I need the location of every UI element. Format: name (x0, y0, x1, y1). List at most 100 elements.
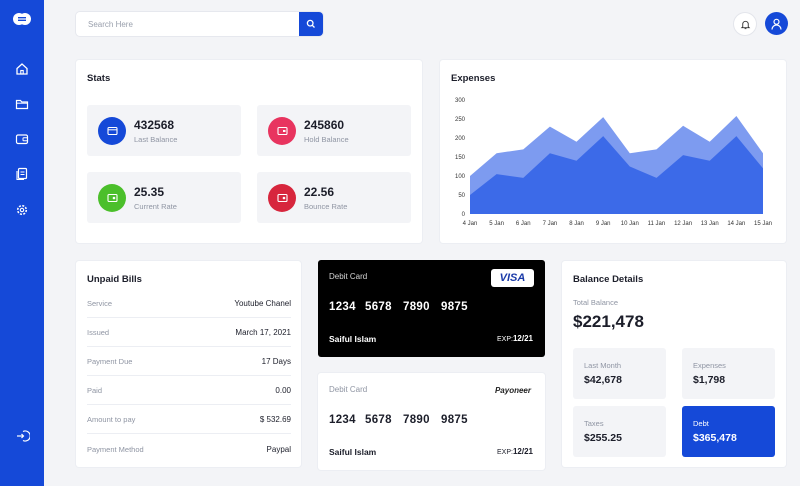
bill-row: Service Youtube Chanel (87, 289, 291, 318)
logo-icon[interactable] (13, 12, 31, 26)
card-label: Debit Card (329, 385, 368, 394)
balance-value: $1,798 (693, 374, 726, 386)
card-number-group: 9875 (441, 301, 468, 313)
stat-current-rate: 25.35 Current Rate (87, 172, 241, 223)
balance-label: Debt (693, 419, 709, 428)
bounce-icon (268, 184, 296, 212)
x-tick-label: 14 Jan (727, 221, 745, 227)
sidebar (0, 0, 44, 486)
user-avatar[interactable] (765, 12, 788, 35)
stat-label: Bounce Rate (304, 202, 348, 211)
x-tick-label: 10 Jan (621, 221, 639, 227)
visa-logo-icon: VISA (491, 269, 534, 287)
stat-last-balance: 432568 Last Balance (87, 105, 241, 156)
x-tick-label: 4 Jan (463, 221, 478, 227)
bill-value: Paypal (266, 445, 291, 454)
balance-label: Expenses (693, 361, 726, 370)
bill-key: Payment Method (87, 445, 144, 454)
bill-value: 17 Days (261, 357, 291, 366)
payoneer-debit-card[interactable]: Debit Card Payoneer 1234 5678 7890 9875 … (318, 373, 545, 470)
y-tick-label: 100 (455, 174, 466, 180)
balance-title: Balance Details (573, 274, 644, 285)
user-icon (771, 18, 782, 30)
search-button[interactable] (299, 12, 323, 36)
folder-icon[interactable] (14, 96, 30, 112)
stat-value: 22.56 (304, 185, 335, 199)
bill-row: Issued March 17, 2021 (87, 318, 291, 347)
visa-debit-card[interactable]: Debit Card VISA 1234 5678 7890 9875 Saif… (318, 260, 545, 357)
exp-value: 12/21 (512, 447, 533, 456)
y-tick-label: 0 (462, 212, 466, 218)
logout-icon[interactable] (14, 428, 31, 444)
total-balance-value: $221,478 (573, 312, 644, 331)
bill-value: March 17, 2021 (235, 328, 291, 337)
settings-icon[interactable] (14, 202, 30, 218)
bill-row: Amount to pay $ 532.69 (87, 405, 291, 434)
exp-label: EXP: (497, 449, 513, 456)
y-tick-label: 150 (455, 155, 466, 161)
expenses-panel: Expenses 0 50 100 150 200 250 300 4 Jan 5 Jan 6 J… (440, 60, 786, 243)
card-number-group: 7890 (403, 414, 430, 426)
balance-label: Taxes (584, 419, 604, 428)
card-expiry: EXP:12/21 (497, 334, 533, 343)
y-tick-label: 250 (455, 117, 466, 123)
x-tick-label: 8 Jan (569, 221, 584, 227)
stat-label: Last Balance (134, 135, 178, 144)
card-number-group: 1234 (329, 414, 356, 426)
y-tick-label: 300 (455, 98, 466, 104)
balance-details-panel: Balance Details Total Balance $221,478 L… (562, 261, 786, 467)
card-number-group: 1234 (329, 301, 356, 313)
card-number-group: 7890 (403, 301, 430, 313)
x-tick-label: 15 Jan (754, 221, 772, 227)
x-tick-label: 5 Jan (489, 221, 504, 227)
y-tick-label: 50 (458, 193, 465, 199)
bill-key: Service (87, 299, 113, 308)
bell-icon (740, 20, 750, 29)
documents-icon[interactable] (14, 166, 30, 182)
notification-button[interactable] (734, 13, 756, 35)
x-tick-label: 11 Jan (648, 221, 666, 227)
card-expiry: EXP:12/21 (497, 447, 533, 456)
card-label: Debit Card (329, 272, 368, 281)
bill-key: Paid (87, 386, 103, 395)
card-holder: Saiful Islam (329, 447, 377, 457)
total-balance-label: Total Balance (573, 298, 619, 307)
search-bar (76, 12, 323, 36)
stat-label: Current Rate (134, 202, 177, 211)
stat-value: 25.35 (134, 185, 165, 199)
x-tick-label: 12 Jan (674, 221, 692, 227)
stats-title: Stats (87, 73, 111, 84)
x-tick-label: 13 Jan (701, 221, 719, 227)
x-tick-label: 7 Jan (543, 221, 558, 227)
bill-row: Payment Method Paypal (87, 435, 291, 464)
unpaid-bills-panel: Unpaid Bills Service Youtube Chanel Issue… (76, 261, 301, 467)
balance-value: $42,678 (584, 374, 622, 386)
balance-last-month: Last Month $42,678 (573, 348, 666, 399)
card-holder: Saiful Islam (329, 334, 377, 344)
payoneer-logo-icon: Payoneer (495, 386, 531, 395)
bill-row: Paid 0.00 (87, 376, 291, 405)
bill-key: Issued (87, 328, 110, 337)
expenses-chart: 0 50 100 150 200 250 300 4 Jan 5 Jan 6 Jan 7 Jan 8 … (455, 98, 772, 227)
wallet-icon[interactable] (14, 131, 30, 147)
balance-value: $365,478 (693, 432, 737, 444)
stat-label: Hold Balance (304, 135, 349, 144)
balance-taxes: Taxes $255.25 (573, 406, 666, 457)
card-number-group: 5678 (365, 414, 392, 426)
exp-label: EXP: (497, 336, 513, 343)
card-number-group: 9875 (441, 414, 468, 426)
wallet-icon (98, 117, 126, 145)
bill-value: Youtube Chanel (234, 299, 291, 308)
stat-value: 245860 (304, 118, 345, 132)
card-icon (268, 117, 296, 145)
balance-debt[interactable]: Debt $365,478 (682, 406, 775, 457)
exp-value: 12/21 (512, 334, 533, 343)
card-brand: Payoneer (494, 386, 531, 395)
search-input[interactable] (76, 12, 299, 36)
bills-title: Unpaid Bills (87, 274, 142, 285)
bill-value: 0.00 (275, 386, 291, 395)
search-icon (306, 19, 315, 28)
stat-hold-balance: 245860 Hold Balance (257, 105, 411, 156)
home-icon[interactable] (14, 61, 30, 77)
balance-expenses: Expenses $1,798 (682, 348, 775, 399)
